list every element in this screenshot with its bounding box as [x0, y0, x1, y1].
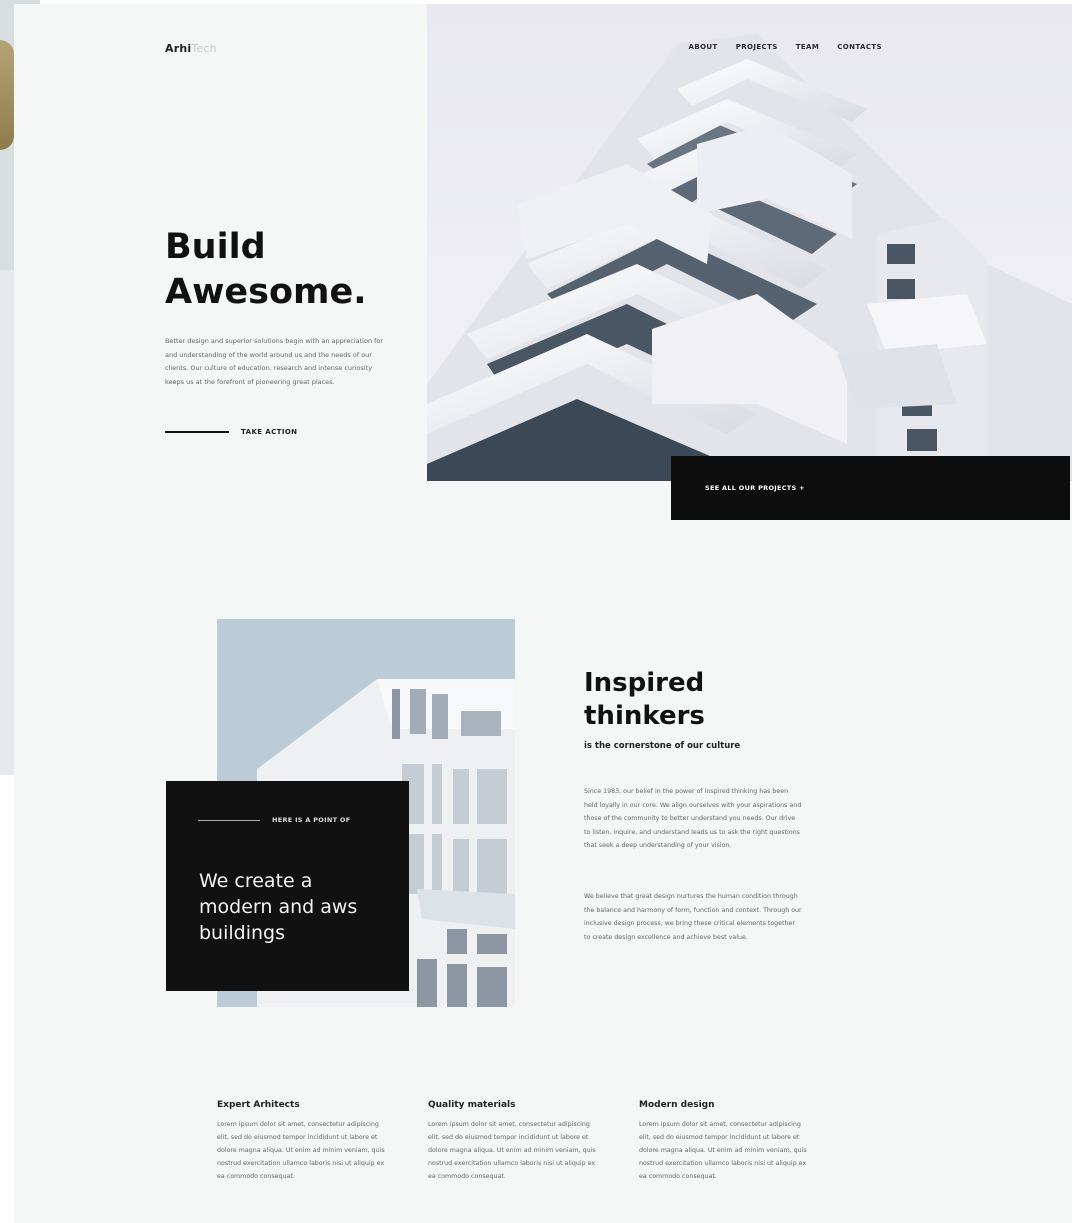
- feature-title: Modern design: [639, 1100, 715, 1110]
- main-nav: ABOUT PROJECTS TEAM CONTACTS: [689, 43, 882, 51]
- statement-card: HERE IS A POINT OF We create a modern an…: [166, 781, 409, 991]
- building-illustration: [427, 34, 1072, 481]
- take-action-line: [165, 431, 229, 433]
- background-object: [0, 40, 14, 150]
- feature-quality-materials: Quality materials Lorem ipsum dolor sit …: [428, 1100, 601, 1183]
- logo-light-text: Tech: [191, 42, 217, 55]
- statement-text: We create a modern and aws buildings: [199, 870, 358, 944]
- hero-building-image: [427, 4, 1072, 481]
- nav-projects[interactable]: PROJECTS: [736, 43, 778, 51]
- inspired-paragraph-1: Since 1983, our belief in the power of i…: [584, 788, 802, 849]
- features-row: Expert Arhitects Lorem ipsum dolor sit a…: [217, 1100, 812, 1183]
- inspired-subtitle: is the cornerstone of our culture: [584, 741, 741, 751]
- take-action-link[interactable]: TAKE ACTION: [165, 428, 297, 436]
- logo-bold-text: Arhi: [165, 42, 192, 55]
- feature-title: Expert Arhitects: [217, 1100, 300, 1110]
- feature-modern-design: Modern design Lorem ipsum dolor sit amet…: [639, 1100, 812, 1183]
- feature-expert-architects: Expert Arhitects Lorem ipsum dolor sit a…: [217, 1100, 390, 1183]
- hero-title: Build Awesome.: [165, 227, 367, 312]
- see-all-projects-label: SEE ALL OUR PROJECTS +: [705, 484, 805, 492]
- landing-page: ArhiTech ABOUT PROJECTS TEAM CONTACTS Bu…: [14, 4, 1072, 1223]
- nav-about[interactable]: ABOUT: [689, 43, 718, 51]
- inspired-title: Inspired thinkers: [584, 668, 705, 731]
- feature-text: Lorem ipsum dolor sit amet, consectetur …: [217, 1121, 385, 1180]
- statement-kicker: HERE IS A POINT OF: [272, 816, 351, 824]
- take-action-label: TAKE ACTION: [241, 428, 298, 436]
- nav-contacts[interactable]: CONTACTS: [837, 43, 882, 51]
- see-all-projects-button[interactable]: SEE ALL OUR PROJECTS +: [671, 456, 1070, 520]
- feature-text: Lorem ipsum dolor sit amet, consectetur …: [639, 1121, 807, 1180]
- feature-title: Quality materials: [428, 1100, 516, 1110]
- inspired-paragraph-2: We believe that great design nurtures th…: [584, 893, 802, 941]
- logo[interactable]: ArhiTech: [165, 42, 217, 55]
- nav-team[interactable]: TEAM: [796, 43, 820, 51]
- kicker-line: [198, 820, 260, 821]
- hero-description: Better design and superior solutions beg…: [165, 337, 384, 386]
- feature-text: Lorem ipsum dolor sit amet, consectetur …: [428, 1121, 596, 1180]
